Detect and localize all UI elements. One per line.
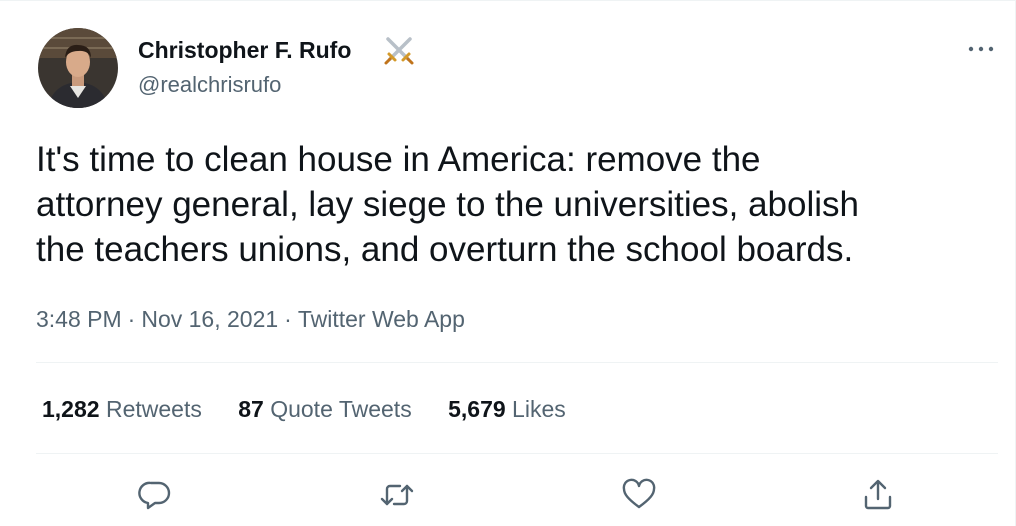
likes-label: Likes [512, 396, 566, 422]
tweet-metadata: 3:48 PM · Nov 16, 2021 · Twitter Web App [36, 304, 465, 334]
meta-separator: · [127, 306, 136, 332]
retweets-count: 1,282 [42, 396, 100, 422]
divider [36, 453, 998, 454]
retweets-stat[interactable]: 1,282 Retweets [42, 394, 202, 424]
meta-separator: · [284, 306, 292, 332]
quote-tweets-label: Quote Tweets [270, 396, 412, 422]
tweet-source[interactable]: Twitter Web App [298, 306, 465, 332]
share-icon[interactable] [859, 477, 897, 513]
like-icon[interactable] [620, 477, 658, 513]
tweet-text-line: attorney general, lay siege to the unive… [36, 185, 859, 224]
avatar[interactable] [38, 28, 118, 108]
tweet-text: It's time to clean house in America: rem… [36, 137, 996, 272]
reply-icon[interactable] [136, 477, 174, 513]
tweet-time[interactable]: 3:48 PM [36, 306, 122, 332]
retweets-label: Retweets [105, 396, 202, 422]
tweet-date[interactable]: Nov 16, 2021 [141, 306, 278, 332]
author-display-name[interactable]: Christopher F. Rufo [138, 35, 351, 65]
tweet-card: Christopher F. Rufo @realchrisrufo It's … [0, 0, 1016, 526]
likes-count: 5,679 [448, 396, 506, 422]
author-handle[interactable]: @realchrisrufo [138, 71, 281, 99]
tweet-text-line: the teachers unions, and overturn the sc… [36, 230, 854, 269]
more-options-icon[interactable] [966, 37, 996, 61]
retweet-icon[interactable] [378, 477, 416, 513]
quote-tweets-stat[interactable]: 87 Quote Tweets [238, 394, 411, 424]
engagement-stats: 1,282 Retweets 87 Quote Tweets 5,679 Lik… [42, 394, 596, 424]
quote-tweets-count: 87 [238, 396, 264, 422]
likes-stat[interactable]: 5,679 Likes [448, 394, 566, 424]
tweet-text-line: It's time to clean house in America: rem… [36, 140, 761, 179]
crossed-swords-icon [384, 37, 414, 65]
divider [36, 362, 998, 363]
